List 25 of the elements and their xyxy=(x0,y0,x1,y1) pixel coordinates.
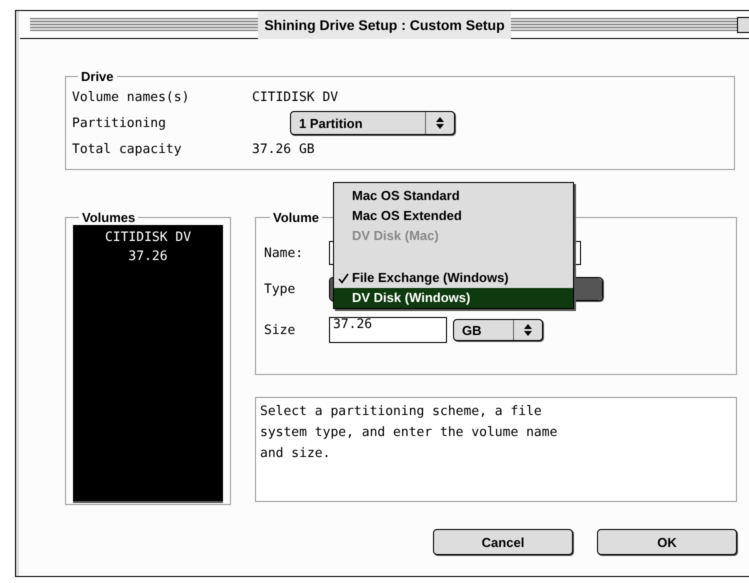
field-label: Size xyxy=(264,322,296,338)
group-title: Volume xyxy=(272,210,320,225)
field-label: Name: xyxy=(264,246,304,260)
group-title: Drive xyxy=(80,69,115,84)
menu-item[interactable]: DV Disk (Windows) xyxy=(334,288,573,308)
field-label: Total capacity xyxy=(72,142,183,156)
menu-item[interactable]: Mac OS Standard xyxy=(334,186,573,206)
size-field[interactable]: 37.26 xyxy=(329,317,447,343)
unit-popup[interactable]: GB xyxy=(453,319,543,341)
field-value: CITIDISK DV xyxy=(252,90,338,104)
field-label: Type xyxy=(264,282,296,296)
window-title: Shining Drive Setup : Custom Setup xyxy=(258,10,511,38)
field-value: 37.26 GB xyxy=(252,142,315,156)
volume-size: 37.26 xyxy=(128,248,168,266)
field-label: Partitioning xyxy=(72,116,167,130)
menu-item[interactable]: Mac OS Extended xyxy=(334,206,573,226)
help-text: Select a partitioning scheme, a file system type, and enter the volume name and size. xyxy=(255,397,737,502)
volume-name: CITIDISK DV xyxy=(104,229,192,247)
field-label: Volume names(s) xyxy=(72,90,190,104)
dialog-button[interactable]: OK xyxy=(597,529,737,555)
dialog-button[interactable]: Cancel xyxy=(433,529,573,555)
partition-popup[interactable]: 1 Partition xyxy=(290,111,455,135)
zoom-box-icon[interactable] xyxy=(737,17,749,33)
menu-item[interactable]: File Exchange (Windows) xyxy=(334,268,573,288)
group-title: Volumes xyxy=(81,210,136,225)
